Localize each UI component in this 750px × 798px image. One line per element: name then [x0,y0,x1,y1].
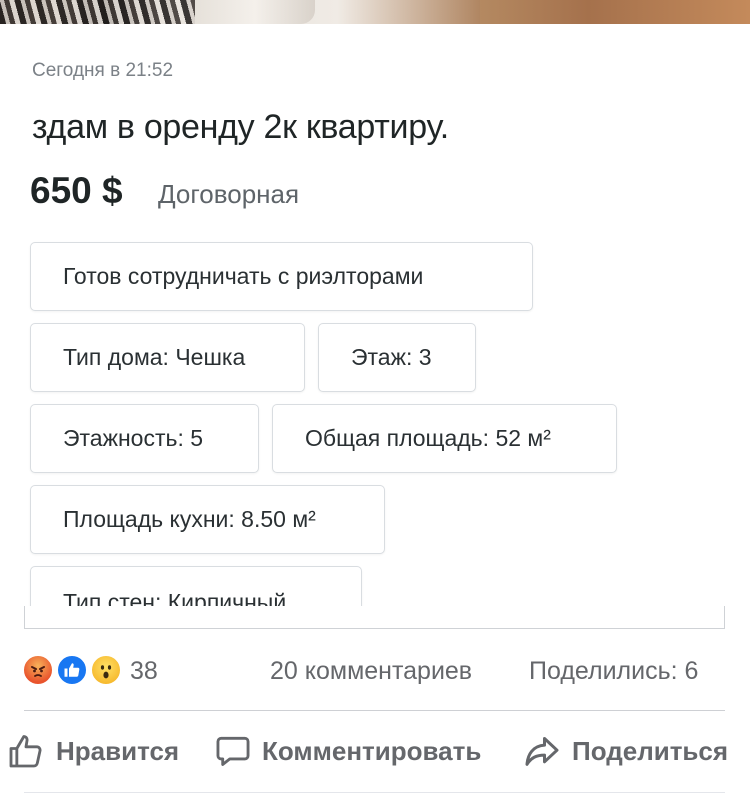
shared-link-frame[interactable] [24,606,725,629]
reaction-count[interactable]: 38 [130,657,158,686]
shares-count[interactable]: Поделились: 6 [529,657,698,686]
like-button[interactable]: Нравится [6,728,179,774]
tag-kitchen-area: Площадь кухни: 8.50 м² [30,485,385,554]
comment-bubble-icon [216,736,250,766]
listing-card: Сегодня в 21:52 здам в оренду 2к квартир… [0,24,750,606]
photo-wood-furniture [480,0,750,24]
share-label: Поделиться [572,735,729,766]
price-note: Договорная [158,179,300,209]
tag-realtors: Готов сотрудничать с риэлторами [30,242,533,311]
tag-total-area: Общая площадь: 52 м² [272,404,617,473]
angry-reaction-icon [22,654,54,686]
comment-button[interactable]: Комментировать [214,728,481,774]
thumbs-up-icon [9,735,42,768]
listing-date: Сегодня в 21:52 [32,60,174,81]
photo-blanket [0,0,200,24]
tag-floor: Этаж: 3 [318,323,476,392]
share-button[interactable]: Поделиться [522,728,728,774]
listing-price: 650 $ [30,170,123,211]
comments-count[interactable]: 20 комментариев [270,657,472,686]
actions-divider [24,710,725,711]
share-arrow-icon [525,737,559,766]
tag-wall-type: Тип стен: Кирпичный [30,566,362,606]
like-label: Нравится [56,735,180,766]
like-reaction-icon [56,654,88,686]
comment-label: Комментировать [262,735,482,766]
tag-house-type: Тип дома: Чешка [30,323,305,392]
reactions-summary[interactable] [22,654,122,688]
wow-reaction-icon [90,654,122,686]
photo-cushion [195,0,315,24]
listing-title: здам в оренду 2к квартиру. [32,108,449,146]
listing-photo-strip[interactable] [0,0,750,24]
bottom-divider [24,792,725,793]
tag-floors-total: Этажность: 5 [30,404,259,473]
